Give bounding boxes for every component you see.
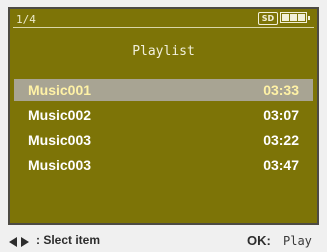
playlist-title: Playlist (132, 44, 195, 59)
page-indicator: 1/4 (16, 13, 36, 26)
track-name: Music003 (28, 132, 92, 148)
track-duration: 03:22 (263, 132, 299, 148)
track-name: Music003 (28, 157, 92, 173)
hint-bar: : Slect item OK: Play (0, 228, 327, 252)
playlist-item[interactable]: Music002 03:07 (14, 104, 313, 126)
playlist-item[interactable]: Music003 03:22 (14, 129, 313, 151)
play-hint-label: Play (283, 234, 312, 248)
battery-cell (282, 14, 289, 21)
status-divider (13, 27, 314, 28)
playlist-item[interactable]: Music003 03:47 (14, 154, 313, 176)
battery-full-icon (280, 12, 310, 23)
ok-hint-label: OK: (247, 233, 271, 248)
track-duration: 03:47 (263, 157, 299, 173)
track-name: Music001 (28, 82, 92, 98)
device-frame: 1/4 SD Playlist Music001 03:33 Music002 … (0, 0, 327, 252)
battery-cell (298, 14, 305, 21)
track-duration: 03:33 (263, 82, 299, 98)
track-name: Music002 (28, 107, 92, 123)
sd-card-icon: SD (258, 12, 278, 25)
player-screen: 1/4 SD Playlist Music001 03:33 Music002 … (8, 7, 319, 225)
arrow-right-icon (21, 237, 29, 247)
select-hint-label: : Slect item (36, 233, 101, 247)
battery-cell (290, 14, 297, 21)
playlist-item-selected[interactable]: Music001 03:33 (14, 79, 313, 101)
arrow-left-icon (9, 237, 17, 247)
track-duration: 03:07 (263, 107, 299, 123)
